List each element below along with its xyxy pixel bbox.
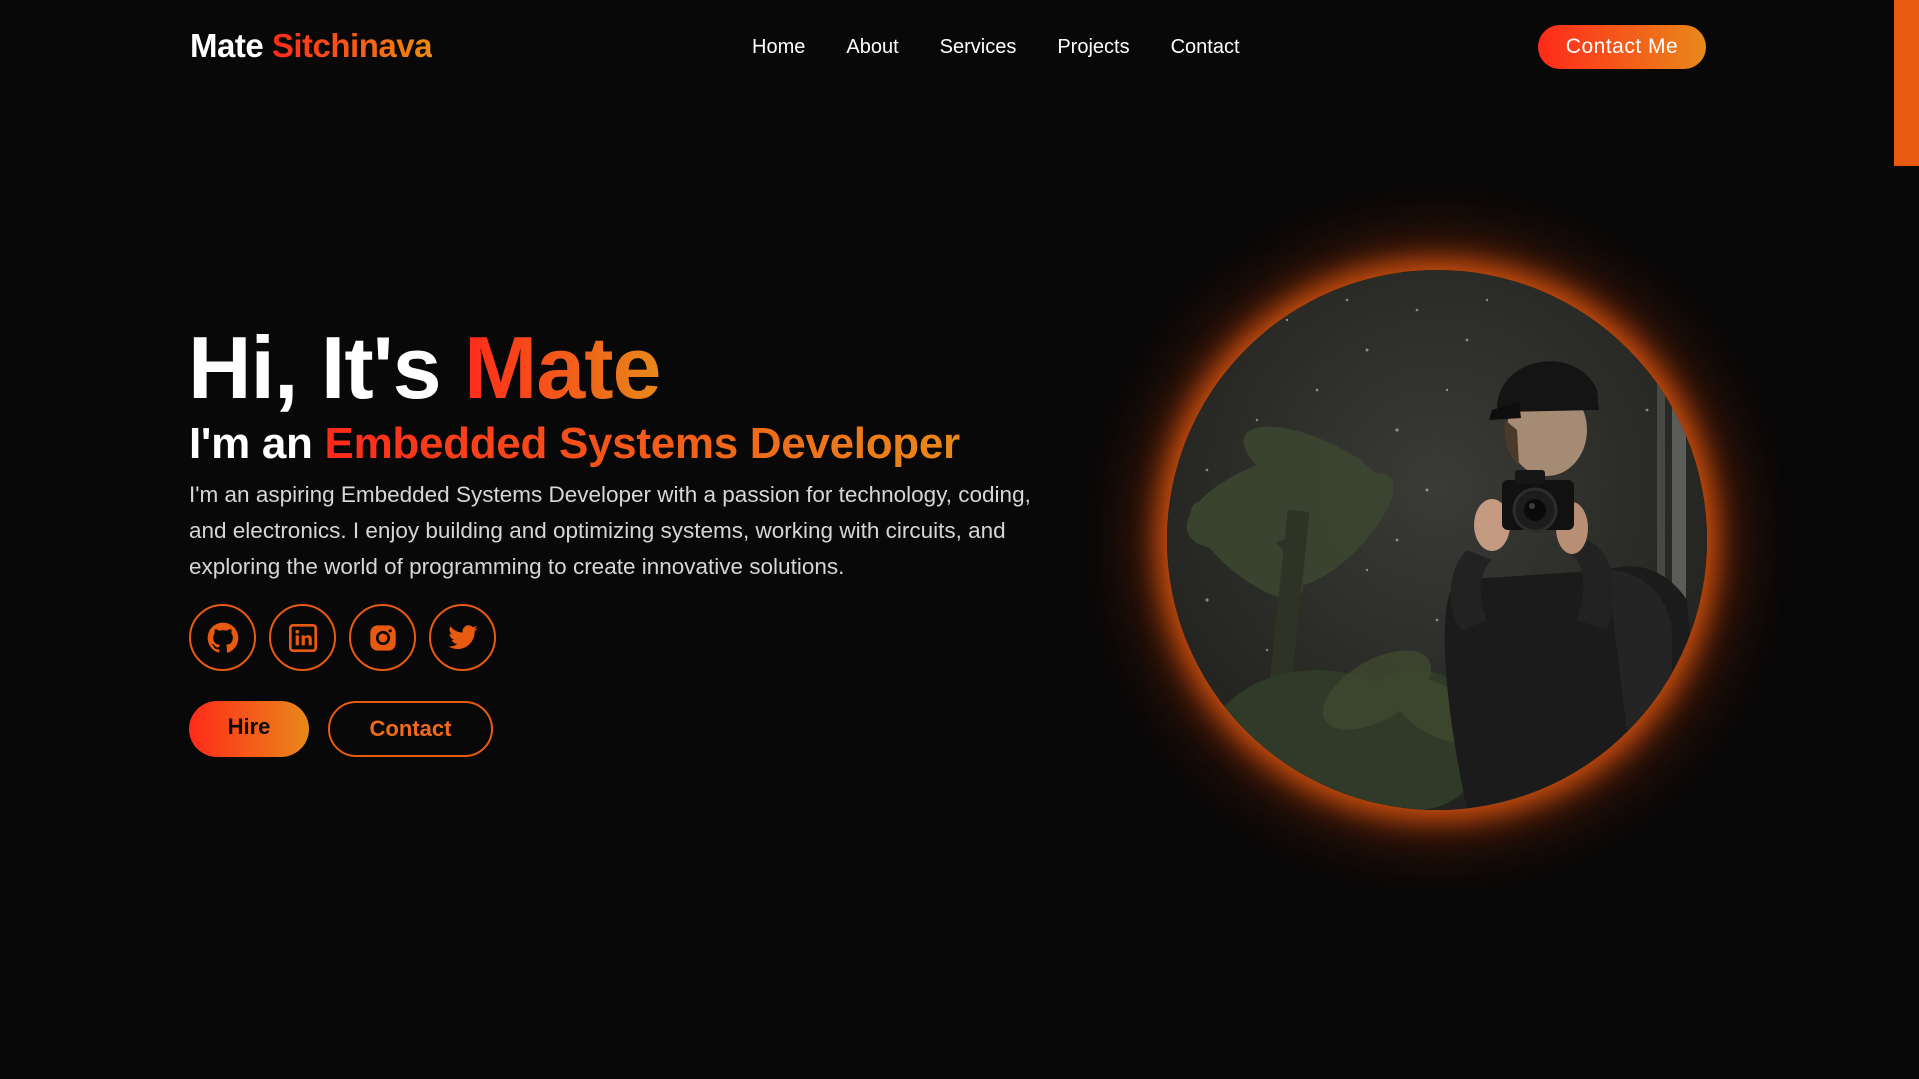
contact-button[interactable]: Contact — [328, 701, 493, 757]
hero-subtitle: I'm an Embedded Systems Developer — [189, 416, 960, 472]
instagram-link[interactable] — [349, 604, 416, 671]
nav-about[interactable]: About — [846, 33, 898, 61]
github-icon — [207, 622, 238, 653]
logo-last-name: Sitchinava — [271, 27, 433, 64]
nav-services[interactable]: Services — [940, 33, 1017, 61]
scroll-indicator[interactable] — [1894, 0, 1919, 166]
role-title: Embedded Systems Developer — [324, 419, 961, 468]
nav-home[interactable]: Home — [752, 33, 805, 61]
profile-photo — [1167, 270, 1707, 810]
logo[interactable]: Mate Sitchinava — [190, 26, 432, 66]
hire-button[interactable]: Hire — [189, 701, 309, 757]
twitter-link[interactable] — [429, 604, 496, 671]
hero-description: I'm an aspiring Embedded Systems Develop… — [189, 482, 1031, 579]
linkedin-link[interactable] — [269, 604, 336, 671]
contact-me-button[interactable]: Contact Me — [1538, 25, 1706, 69]
role-prefix: I'm an — [189, 419, 325, 468]
social-links — [189, 604, 496, 671]
profile-photo-illustration — [1167, 270, 1707, 810]
nav-contact[interactable]: Contact — [1171, 33, 1240, 61]
linkedin-icon — [288, 623, 317, 652]
nav-projects[interactable]: Projects — [1057, 33, 1129, 61]
github-link[interactable] — [189, 604, 256, 671]
hero-greeting: Hi, It's — [188, 318, 464, 417]
hero-name: Mate — [463, 318, 661, 417]
hero-title: Hi, It's Mate — [188, 318, 661, 418]
instagram-icon — [369, 624, 396, 651]
page: Mate Sitchinava Home About Services Proj… — [0, 0, 1919, 1079]
logo-first-name: Mate — [190, 27, 264, 64]
main-nav: Home About Services Projects Contact — [752, 33, 1240, 61]
twitter-icon — [447, 624, 478, 649]
